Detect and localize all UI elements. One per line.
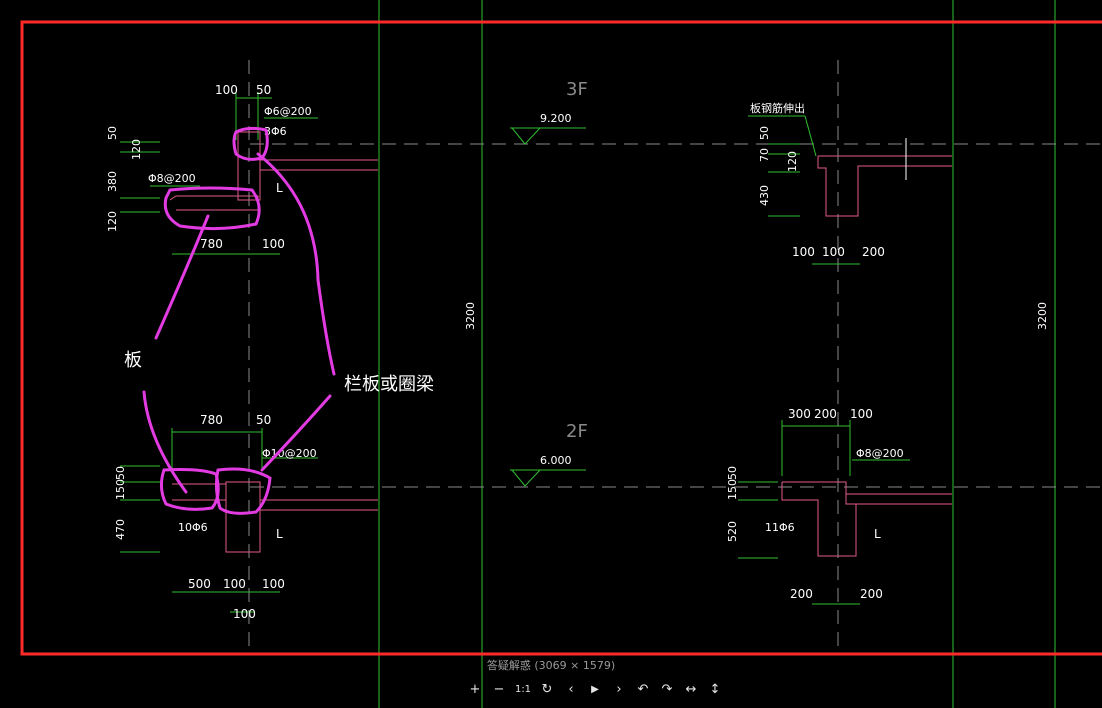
- story-height-left: 3200: [464, 302, 477, 330]
- d4-rebar-a: Φ8@200: [856, 447, 904, 460]
- d1-left-120: 120: [130, 139, 143, 160]
- d4-dim-200: 200: [814, 407, 837, 421]
- d3-left-120: 120: [786, 151, 799, 172]
- d4-left-520: 520: [726, 521, 739, 542]
- d4-dim-200a: 200: [790, 587, 813, 601]
- next-button[interactable]: ›: [607, 680, 631, 698]
- d4-dim-100: 100: [850, 407, 873, 421]
- d2-dim-100b: 100: [262, 577, 285, 591]
- d4-left-150: 150: [726, 479, 739, 500]
- viewer-toolbar: + − 1:1 ↻ ‹ ▶ › ↶ ↷ ↔ ↕: [463, 680, 727, 698]
- prev-button[interactable]: ‹: [559, 680, 583, 698]
- d4-dim-200b: 200: [860, 587, 883, 601]
- d1-left-120b: 120: [106, 211, 119, 232]
- detail-2: 780 50 Φ10@200 10Φ6 150 50 470 500 100 1…: [114, 413, 378, 621]
- d1-dim-50: 50: [256, 83, 271, 97]
- zoom-in-button[interactable]: +: [463, 680, 487, 698]
- slab-annotation: 板: [124, 350, 142, 371]
- d1-dim-780: 780: [200, 237, 223, 251]
- rotate-right-button[interactable]: ↷: [655, 680, 679, 698]
- d2-dim-100a: 100: [223, 577, 246, 591]
- d4-left-50: 50: [726, 466, 739, 480]
- d2-dim-780: 780: [200, 413, 223, 427]
- d2-left-50: 50: [114, 466, 127, 480]
- level-3f-elevation: 9.200: [540, 112, 572, 125]
- detail-1: 100 50 Φ6@200 3Φ6 Φ8@200 50 120 380 120 …: [106, 83, 378, 255]
- d1-dim-100: 100: [215, 83, 238, 97]
- level-3f-name: 3F: [566, 79, 588, 100]
- cad-drawing: 3F 9.200 2F 6.000 3200 3200 100 50 Φ6@20…: [20, 0, 1102, 708]
- d1-rebar-a: Φ6@200: [264, 105, 312, 118]
- d2-rebar-a: Φ10@200: [262, 447, 317, 460]
- level-2f-name: 2F: [566, 421, 588, 442]
- d4-L: L: [874, 527, 881, 541]
- parapet-annotation: 栏板或圈梁: [344, 374, 434, 395]
- reset-button[interactable]: ↻: [535, 680, 559, 698]
- d3-left-70: 70: [758, 148, 771, 162]
- flip-vertical-button[interactable]: ↕: [703, 680, 727, 698]
- d1-L: L: [276, 181, 283, 195]
- grid-lines: [378, 0, 1056, 708]
- actual-size-button[interactable]: 1:1: [511, 680, 535, 698]
- d2-L: L: [276, 527, 283, 541]
- d1-left-380: 380: [106, 171, 119, 192]
- d3-dim-200: 200: [862, 245, 885, 259]
- rotate-left-button[interactable]: ↶: [631, 680, 655, 698]
- story-height-right: 3200: [1036, 302, 1049, 330]
- d1-rebar-c: Φ8@200: [148, 172, 196, 185]
- d4-rebar-b: 11Φ6: [765, 521, 795, 534]
- d2-rebar-b: 10Φ6: [178, 521, 208, 534]
- center-lines: [248, 60, 1102, 650]
- play-button[interactable]: ▶: [583, 680, 607, 698]
- image-caption: 答疑解惑 (3069 × 1579): [486, 659, 616, 672]
- level-2f-elevation: 6.000: [540, 454, 572, 467]
- level-2f: 2F 6.000: [510, 421, 588, 487]
- d2-left-470: 470: [114, 519, 127, 540]
- detail-3: 板钢筋伸出 50 70 120 430 100 100 200: [748, 101, 952, 265]
- d1-dim-100b: 100: [262, 237, 285, 251]
- d3-left-50: 50: [758, 126, 771, 140]
- d2-dim-100c: 100: [233, 607, 256, 621]
- d2-dim-50: 50: [256, 413, 271, 427]
- level-3f: 3F 9.200: [510, 79, 588, 145]
- detail-4: 300 200 100 Φ8@200 11Φ6 150 50 520 200 2…: [726, 407, 952, 605]
- d3-left-430: 430: [758, 185, 771, 206]
- d3-dim-100b: 100: [822, 245, 845, 259]
- d3-note: 板钢筋伸出: [750, 101, 805, 115]
- zoom-out-button[interactable]: −: [487, 680, 511, 698]
- d2-dim-500: 500: [188, 577, 211, 591]
- d3-dim-100a: 100: [792, 245, 815, 259]
- flip-horizontal-button[interactable]: ↔: [679, 680, 703, 698]
- d2-left-150: 150: [114, 479, 127, 500]
- d1-left-50: 50: [106, 126, 119, 140]
- d4-dim-300: 300: [788, 407, 811, 421]
